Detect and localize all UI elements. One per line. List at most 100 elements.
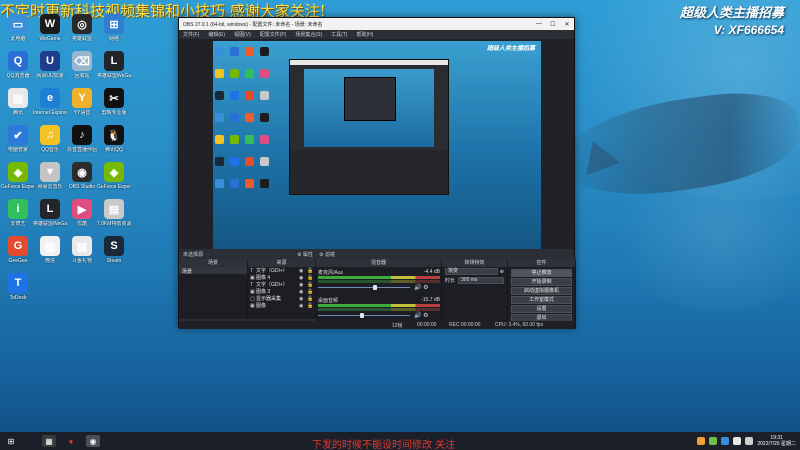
speaker-icon[interactable]: 🔊 ⚙ <box>414 312 429 319</box>
scene-item[interactable]: 场景 <box>179 267 247 275</box>
tray-app-icon[interactable] <box>709 437 718 445</box>
desktop-icon[interactable]: ▤ 微信 <box>33 236 67 264</box>
source-item[interactable]: T 文字（GDI+） ◉ 🔓 <box>248 281 315 289</box>
desktop-icon[interactable]: ♪ 抖音直播伴侣 <box>65 125 99 153</box>
control-button-0[interactable]: 停止推流 <box>511 269 572 277</box>
desktop-icon[interactable]: ▤ 斗鱼礼物 <box>65 236 99 264</box>
brand-contact: V: XF666654 <box>713 23 784 37</box>
speaker-icon[interactable]: 🔊 ⚙ <box>414 284 429 291</box>
desktop-icon[interactable]: ▭ 此电脑 <box>1 14 35 42</box>
desktop-icon[interactable]: ▼ 网易云音乐 <box>33 162 67 190</box>
lock-icon[interactable]: 🔓 <box>307 303 315 309</box>
preview-icon <box>260 135 269 144</box>
desktop-icon-label: QQ音乐 <box>41 147 59 153</box>
desktop-icon[interactable]: ✂ 剪映专业版 <box>97 88 131 116</box>
eye-icon[interactable]: ◉ <box>299 296 307 302</box>
eye-icon[interactable]: ◉ <box>299 303 307 309</box>
transition-select[interactable]: 渐变 <box>445 268 498 275</box>
menu-tools[interactable]: 工具(T) <box>331 31 347 38</box>
app-icon: Q <box>8 51 28 71</box>
preview-icon <box>215 69 224 78</box>
app-icon: 🐧 <box>104 125 124 145</box>
lock-icon[interactable]: 🔓 <box>307 268 315 274</box>
desktop-icon[interactable]: L 英雄联盟WeGame版 <box>33 199 67 227</box>
desktop-icon[interactable]: U 网易UU加速 <box>33 51 67 79</box>
source-name: 文字（GDI+） <box>256 282 288 288</box>
menu-bar: 文件(F) 编辑(E) 视图(V) 配置文件(P) 场景集合(S) 工具(T) … <box>179 30 574 39</box>
control-button-2[interactable]: 启动虚拟摄像机 <box>511 287 572 295</box>
windows-start-icon[interactable]: ⊞ <box>4 435 18 447</box>
source-item[interactable]: T 文字（GDI+） ◉ 🔓 <box>248 267 315 275</box>
menu-view[interactable]: 视图(V) <box>234 31 251 38</box>
desktop-icon[interactable]: e Internet Explorer <box>33 88 67 116</box>
desktop-icon[interactable]: ♫ QQ音乐 <box>33 125 67 153</box>
menu-help[interactable]: 帮助(H) <box>356 31 373 38</box>
desktop-icon[interactable]: i 爱奇艺 <box>1 199 35 227</box>
maximize-button[interactable]: ☐ <box>546 21 560 28</box>
desktop-icon-label: 爱奇艺 <box>10 221 26 227</box>
desktop-icon[interactable]: ▤ 腾讯 <box>1 88 35 116</box>
control-button-3[interactable]: 工作室模式 <box>511 296 572 304</box>
desktop-icon[interactable]: ⌫ 回收站 <box>65 51 99 79</box>
control-button-1[interactable]: 开始录制 <box>511 278 572 286</box>
eye-icon[interactable]: ◉ <box>299 268 307 274</box>
duration-field[interactable]: 300 ms <box>458 277 504 284</box>
eye-icon[interactable]: ◉ <box>299 275 307 281</box>
app-icon[interactable]: ▦ <box>42 435 56 447</box>
source-item[interactable]: ▢ 显示器采集 ◉ 🔓 <box>248 295 315 303</box>
network-icon[interactable] <box>733 437 742 445</box>
slider-handle[interactable] <box>360 313 365 318</box>
desktop-icon[interactable]: ⊞ 网络 <box>97 14 131 42</box>
preview-icon <box>245 91 254 100</box>
lock-icon[interactable]: 🔓 <box>307 296 315 302</box>
preview-icon <box>215 179 224 188</box>
desktop-icon[interactable]: ✔ 电脑管家 <box>1 125 35 153</box>
source-item[interactable]: ▣ 图像 4 ◉ 🔓 <box>248 274 315 282</box>
desktop-icon[interactable]: G GeeGee <box>1 236 35 264</box>
close-button[interactable]: ✕ <box>560 21 574 28</box>
desktop-icon[interactable]: Y YY语音 <box>65 88 99 116</box>
volume-slider[interactable]: 🔊 ⚙ <box>318 284 440 291</box>
slider-handle[interactable] <box>372 285 377 290</box>
control-button-4[interactable]: 设置 <box>511 305 572 313</box>
lock-icon[interactable]: 🔓 <box>307 275 315 281</box>
clock[interactable]: 19:31 2022/7/26 星期二 <box>757 435 796 447</box>
menu-edit[interactable]: 编辑(E) <box>208 31 225 38</box>
eye-icon[interactable]: ◉ <box>299 289 307 295</box>
obs-taskbar-icon[interactable]: ◉ <box>86 435 100 447</box>
obs-window[interactable]: OBS 27.0.1 (64-bit, windows) - 配置文件: 未命名… <box>178 17 576 329</box>
source-item[interactable]: ▣ 图像 3 ◉ 🔓 <box>248 288 315 296</box>
menu-file[interactable]: 文件(F) <box>183 31 199 38</box>
desktop-icon[interactable]: ▤ 7.8KM特效资源 <box>97 199 131 227</box>
eye-icon[interactable]: ◉ <box>299 282 307 288</box>
desktop-icon[interactable]: T ToDesk <box>1 273 35 301</box>
volume-slider[interactable]: 🔊 ⚙ <box>318 312 440 319</box>
desktop-icon[interactable]: L 英雄联盟WeGame版 <box>97 51 131 79</box>
menu-profile[interactable]: 配置文件(P) <box>260 31 287 38</box>
properties-button[interactable]: ⚙ 属性 <box>297 251 313 258</box>
add-transition-icon[interactable]: ⊕ <box>500 269 504 275</box>
preview-canvas[interactable]: 超级人类主播招募 <box>213 41 541 249</box>
app-icon[interactable]: ● <box>64 435 78 447</box>
desktop-icon[interactable]: ◎ 英雄联盟 <box>65 14 99 42</box>
desktop-icon[interactable]: W WeGame <box>33 14 67 42</box>
filters-button[interactable]: ⚙ 滤镜 <box>319 251 335 258</box>
preview-nested-obs <box>289 59 449 195</box>
lock-icon[interactable]: 🔓 <box>307 282 315 288</box>
desktop-icon[interactable]: S Steam <box>97 236 131 264</box>
desktop-icon[interactable]: ◈ GeForce Experience <box>1 162 35 190</box>
level-meter <box>318 304 440 307</box>
minimize-button[interactable]: — <box>532 21 546 28</box>
tray-app-icon[interactable] <box>697 437 706 445</box>
desktop-icon[interactable]: Q QQ浏览器 <box>1 51 35 79</box>
menu-scene-collection[interactable]: 场景集合(S) <box>295 31 322 38</box>
source-item[interactable]: ▣ 图像 ◉ 🔓 <box>248 302 315 310</box>
title-bar[interactable]: OBS 27.0.1 (64-bit, windows) - 配置文件: 未命名… <box>179 18 574 30</box>
desktop-icon[interactable]: ◈ GeForce Experience <box>97 162 131 190</box>
desktop-icon[interactable]: ▶ 优酷 <box>65 199 99 227</box>
lock-icon[interactable]: 🔓 <box>307 289 315 295</box>
desktop-icon[interactable]: 🐧 腾讯QQ <box>97 125 131 153</box>
tray-app-icon[interactable] <box>721 437 730 445</box>
volume-icon[interactable] <box>745 437 754 445</box>
desktop-icon[interactable]: ◉ OBS Studio <box>65 162 99 190</box>
